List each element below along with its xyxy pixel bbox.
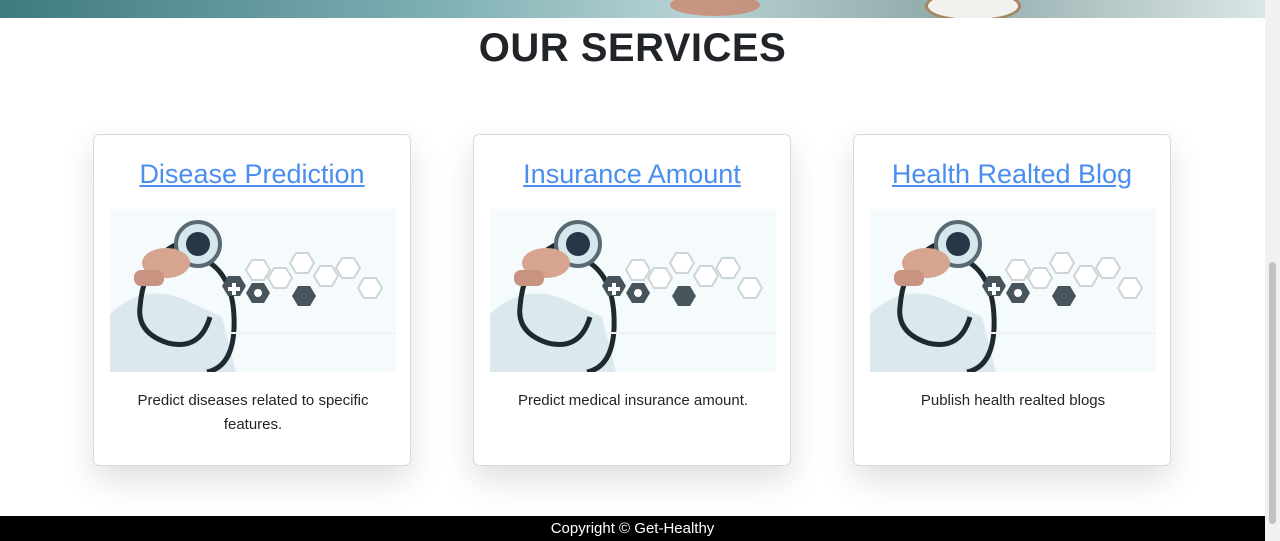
disease-prediction-description: Predict diseases related to specific fea…	[137, 392, 369, 433]
insurance-amount-description: Predict medical insurance amount.	[517, 392, 749, 409]
footer: Copyright © Get-Healthy	[0, 516, 1265, 541]
service-card-disease-prediction: Disease Prediction Predict diseases rela…	[93, 134, 411, 466]
hero-watch-image	[925, 0, 1021, 18]
scrollbar-thumb[interactable]	[1269, 262, 1276, 524]
services-cards: Disease Prediction Predict diseases rela…	[0, 134, 1265, 468]
disease-prediction-link[interactable]: Disease Prediction	[94, 159, 410, 190]
copyright-text: Copyright © Get-Healthy	[550, 520, 715, 537]
service-card-health-blog: Health Realted Blog Publish health realt…	[853, 134, 1171, 466]
services-heading: OUR SERVICES	[478, 26, 787, 70]
hero-hand-image	[670, 0, 760, 16]
service-card-insurance-amount: Insurance Amount Predict medical insuran…	[473, 134, 791, 466]
stethoscope-medical-image	[490, 209, 776, 372]
health-blog-description: Publish health realted blogs	[920, 392, 1106, 409]
health-blog-link[interactable]: Health Realted Blog	[854, 159, 1170, 190]
vertical-scrollbar[interactable]	[1265, 0, 1280, 541]
stethoscope-medical-image	[110, 209, 396, 372]
insurance-amount-link[interactable]: Insurance Amount	[474, 159, 790, 190]
hero-banner-strip	[0, 0, 1265, 18]
stethoscope-medical-image	[870, 209, 1156, 372]
